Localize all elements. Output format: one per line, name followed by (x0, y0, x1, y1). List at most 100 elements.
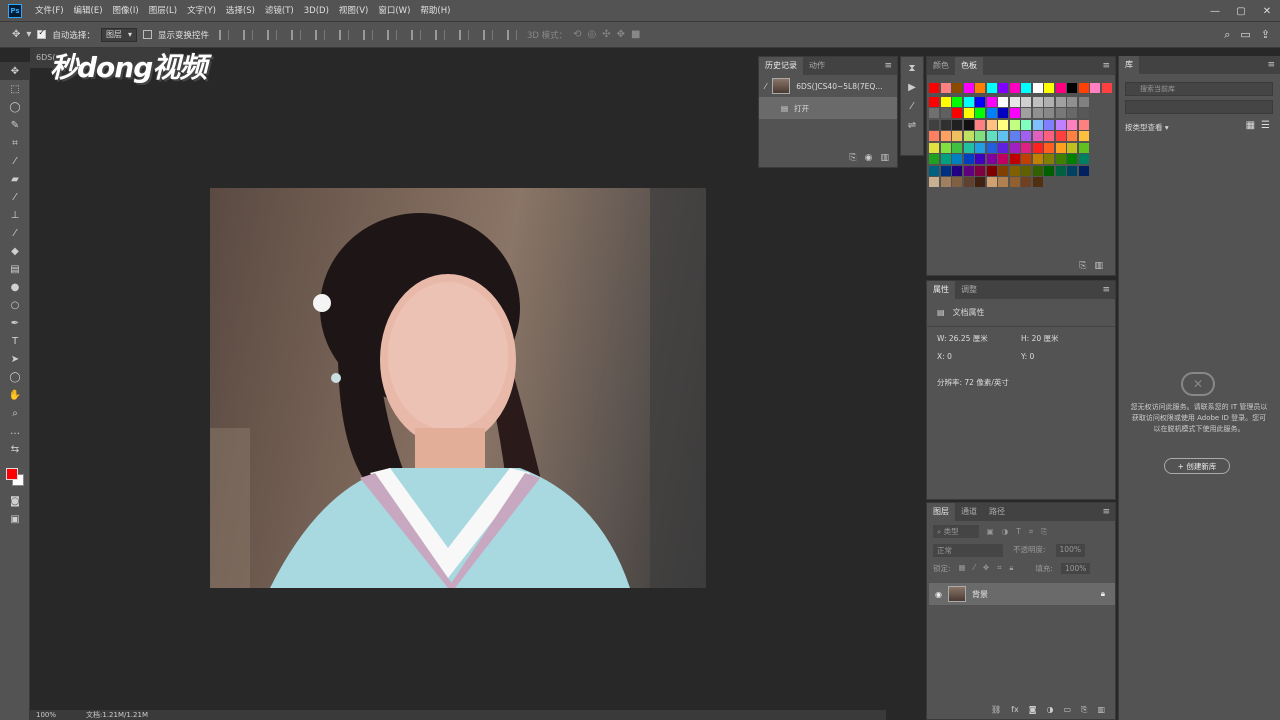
color-swatch[interactable] (929, 142, 939, 153)
layer-filter-select[interactable]: ⌕ 类型 (933, 525, 979, 538)
tab-history[interactable]: 历史记录 (759, 57, 803, 75)
color-swatch[interactable] (952, 165, 962, 176)
filter-adjust-icon[interactable]: ◑ (1002, 527, 1009, 536)
menu-edit[interactable]: 编辑(E) (69, 0, 108, 22)
menu-help[interactable]: 帮助(H) (415, 0, 455, 22)
color-swatch[interactable] (1021, 165, 1031, 176)
color-swatch[interactable] (963, 154, 974, 164)
lasso-tool-icon[interactable]: ◯ (0, 98, 30, 116)
color-swatch[interactable] (1009, 83, 1020, 93)
color-swatch[interactable] (952, 131, 962, 141)
color-swatch[interactable] (929, 96, 939, 107)
color-swatch[interactable] (929, 108, 939, 118)
color-swatch[interactable] (952, 83, 962, 93)
color-swatch[interactable] (1032, 119, 1043, 130)
new-document-icon[interactable]: ⎘ (849, 153, 856, 163)
color-swatch[interactable] (940, 119, 951, 130)
layer-row[interactable]: ◉ 背景 🔒︎ (929, 583, 1115, 605)
color-swatch[interactable] (986, 154, 997, 164)
history-brush-tool-icon[interactable]: ⁄ (0, 224, 30, 242)
tab-adjustments[interactable]: 调整 (955, 281, 983, 299)
color-swatch[interactable] (1078, 108, 1089, 118)
marquee-tool-icon[interactable]: ⬚ (0, 80, 30, 98)
color-swatch[interactable] (1032, 142, 1043, 153)
color-swatch[interactable] (975, 96, 985, 107)
screen-mode-icon[interactable]: ▣ (0, 510, 30, 528)
workspace-icon[interactable]: ▭ (1240, 28, 1250, 42)
crop-tool-icon[interactable]: ⌗ (0, 134, 30, 152)
show-transform-checkbox[interactable] (142, 30, 152, 39)
tab-properties[interactable]: 属性 (927, 281, 955, 299)
fill-input[interactable]: 100% (1060, 563, 1091, 574)
color-swatch[interactable] (963, 165, 974, 176)
color-swatch[interactable] (1021, 83, 1031, 93)
color-swatch[interactable] (963, 142, 974, 153)
tab-libraries[interactable]: 库 (1119, 56, 1139, 74)
path-select-tool-icon[interactable]: ➤ (0, 350, 30, 368)
color-swatch[interactable] (998, 119, 1008, 130)
dodge-tool-icon[interactable]: ○ (0, 296, 30, 314)
swap-colors-icon[interactable]: ⇆ (0, 440, 30, 458)
zoom-level[interactable]: 100% (36, 711, 56, 719)
color-swatch[interactable] (929, 177, 939, 187)
color-swatch[interactable] (1055, 108, 1066, 118)
auto-select-checkbox[interactable] (37, 28, 47, 39)
color-swatch[interactable] (1055, 96, 1066, 107)
menu-filter[interactable]: 滤镜(T) (260, 0, 299, 22)
blend-mode-select[interactable]: 正常 (933, 544, 1003, 557)
color-swatch[interactable] (963, 83, 974, 93)
color-swatch[interactable] (1009, 108, 1020, 118)
quick-mask-icon[interactable]: ◙ (0, 492, 30, 510)
distribute-right-icon[interactable] (482, 29, 493, 40)
filter-smart-icon[interactable]: ⎘ (1041, 527, 1047, 537)
color-swatch[interactable] (952, 108, 962, 118)
width-field[interactable]: W: 26.25 厘米 (937, 333, 1007, 344)
camera-icon[interactable]: ◉ (865, 153, 873, 163)
eye-icon[interactable]: ◉ (935, 590, 942, 599)
menu-file[interactable]: 文件(F) (30, 0, 69, 22)
adjust-icon[interactable]: ⇌ (908, 120, 916, 131)
y-field[interactable]: Y: 0 (1021, 352, 1034, 361)
brush-settings-icon[interactable]: ⁄ (911, 101, 913, 112)
blur-tool-icon[interactable]: ● (0, 278, 30, 296)
history-icon[interactable]: ⧗ (908, 63, 915, 74)
color-swatch[interactable] (1032, 131, 1043, 141)
x-field[interactable]: X: 0 (937, 352, 1007, 361)
distribute-top-icon[interactable] (362, 29, 373, 40)
align-left-icon[interactable] (290, 29, 301, 40)
document-image[interactable] (210, 188, 706, 588)
filter-shape-icon[interactable]: ⌗ (1029, 527, 1033, 537)
color-swatch[interactable] (1009, 142, 1020, 153)
color-swatch[interactable] (1021, 142, 1031, 153)
group-icon[interactable]: ▭ (1063, 705, 1071, 715)
search-icon[interactable]: ⌕ (1224, 28, 1230, 42)
color-swatch[interactable] (1009, 119, 1020, 130)
color-swatch[interactable] (940, 177, 951, 187)
color-swatch[interactable] (1055, 119, 1066, 130)
auto-align-icon[interactable] (506, 29, 517, 40)
filter-pixel-icon[interactable]: ▣ (987, 527, 994, 536)
more-tools-icon[interactable]: … (0, 422, 30, 440)
color-swatch[interactable] (1078, 96, 1089, 107)
play-icon[interactable]: ▶ (908, 82, 916, 93)
align-top-icon[interactable] (218, 29, 229, 40)
history-step[interactable]: ▤ 打开 (759, 97, 897, 119)
color-swatch[interactable] (975, 142, 985, 153)
menu-type[interactable]: 文字(Y) (182, 0, 221, 22)
color-swatch[interactable] (1044, 83, 1054, 93)
color-swatch[interactable] (940, 96, 951, 107)
color-swatch[interactable] (929, 119, 939, 130)
color-swatch[interactable] (940, 165, 951, 176)
color-swatch[interactable] (998, 142, 1008, 153)
menu-image[interactable]: 图像(I) (108, 0, 144, 22)
color-swatch[interactable] (952, 142, 962, 153)
3d-slide-icon[interactable]: ✥ (617, 29, 625, 40)
tab-swatches[interactable]: 色板 (955, 57, 983, 75)
color-swatch[interactable] (975, 131, 985, 141)
color-swatch[interactable] (1032, 83, 1043, 93)
color-swatch[interactable] (1067, 83, 1077, 93)
trash-icon[interactable]: ▥ (1094, 261, 1103, 271)
color-swatch[interactable] (1021, 177, 1031, 187)
tab-color[interactable]: 颜色 (927, 57, 955, 75)
tab-channels[interactable]: 通道 (955, 503, 983, 521)
